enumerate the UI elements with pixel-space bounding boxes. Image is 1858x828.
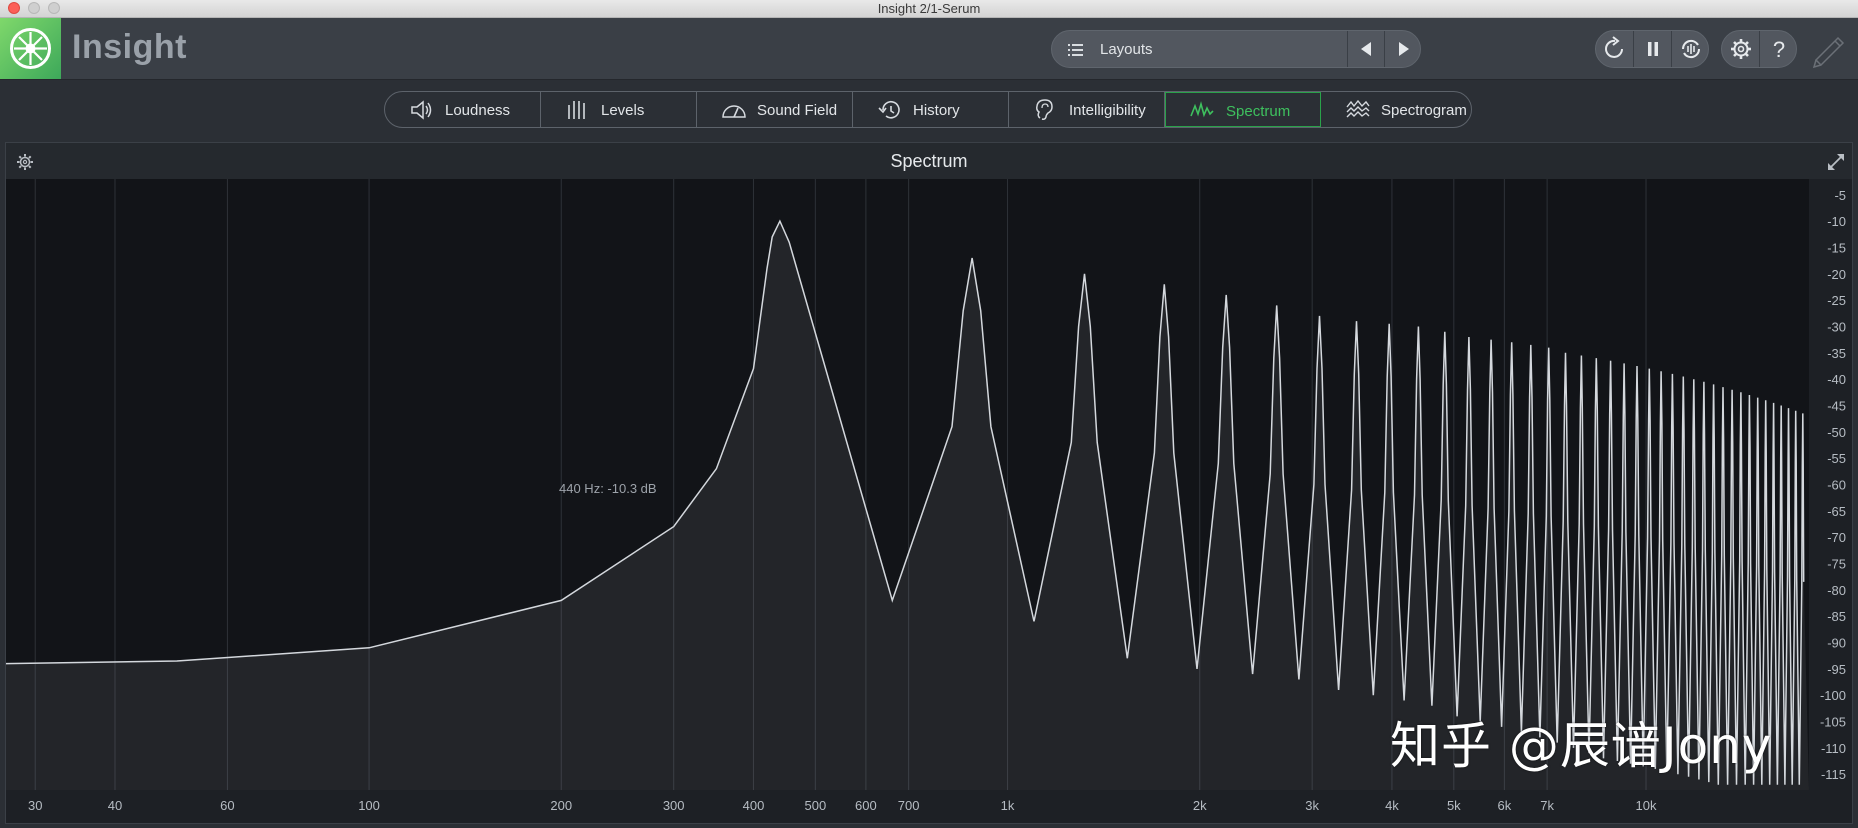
transport-controls xyxy=(1595,30,1709,68)
x-tick-label: 40 xyxy=(108,798,122,813)
y-tick-label: -65 xyxy=(1827,504,1846,519)
reset-button[interactable] xyxy=(1596,31,1634,67)
y-tick-label: -80 xyxy=(1827,583,1846,598)
y-tick-label: -40 xyxy=(1827,372,1846,387)
next-icon xyxy=(1399,42,1409,56)
help-icon: ? xyxy=(1772,37,1786,62)
y-tick-label: -55 xyxy=(1827,451,1846,466)
tab-label: Spectrum xyxy=(1226,103,1291,120)
y-tick-label: -115 xyxy=(1821,767,1846,782)
tab-label: Levels xyxy=(601,102,645,119)
y-tick-label: -30 xyxy=(1827,319,1846,334)
y-tick-label: -25 xyxy=(1827,293,1846,308)
frequency-readout: 440 Hz: -10.3 dB xyxy=(559,481,657,496)
tab-loudness[interactable]: Loudness xyxy=(385,92,541,127)
y-tick-label: -105 xyxy=(1820,715,1846,730)
sync-button[interactable] xyxy=(1672,31,1710,67)
y-tick-label: -15 xyxy=(1827,240,1846,255)
x-tick-label: 200 xyxy=(550,798,572,813)
settings-help-group: ? xyxy=(1721,30,1797,68)
x-tick-label: 100 xyxy=(358,798,380,813)
y-tick-label: -70 xyxy=(1827,530,1846,545)
x-tick-label: 30 xyxy=(28,798,42,813)
y-tick-label: -100 xyxy=(1820,688,1846,703)
history-icon xyxy=(878,100,900,119)
y-tick-label: -50 xyxy=(1827,425,1846,440)
window-titlebar: Insight 2/1-Serum xyxy=(0,0,1858,18)
tab-label: Loudness xyxy=(445,102,511,119)
tab-label: Spectrogram xyxy=(1381,102,1467,119)
x-tick-label: 600 xyxy=(855,798,877,813)
tab-levels[interactable]: Levels xyxy=(541,92,697,127)
y-tick-label: -75 xyxy=(1827,557,1846,572)
y-tick-label: -85 xyxy=(1827,609,1846,624)
pen-icon[interactable] xyxy=(1810,30,1850,70)
x-tick-label: 6k xyxy=(1498,798,1512,813)
tab-spectrogram[interactable]: Spectrogram xyxy=(1321,92,1471,127)
tab-sound-field[interactable]: Sound Field xyxy=(697,92,853,127)
module-tabs: Loudness Levels Sound Field History Intellig… xyxy=(384,91,1472,128)
tab-label: Sound Field xyxy=(757,102,838,119)
panel-header: Spectrum xyxy=(6,143,1852,179)
levels-icon xyxy=(568,101,585,119)
pause-icon xyxy=(1648,42,1658,56)
ear-icon xyxy=(1036,99,1053,120)
y-tick-label: -35 xyxy=(1827,346,1846,361)
x-tick-label: 2k xyxy=(1193,798,1207,813)
tab-intelligibility[interactable]: Intelligibility xyxy=(1009,92,1165,127)
x-tick-label: 500 xyxy=(804,798,826,813)
x-tick-label: 3k xyxy=(1305,798,1319,813)
app-name: Insight xyxy=(72,28,187,66)
x-tick-label: 1k xyxy=(1001,798,1015,813)
watermark: 知乎 @辰谙Jony xyxy=(1390,717,1773,775)
tab-spectrum[interactable]: Spectrum xyxy=(1165,92,1321,127)
app-logo xyxy=(0,18,61,79)
layouts-label: Layouts xyxy=(1100,41,1153,58)
spectrum-icon xyxy=(1190,101,1214,118)
spectrogram-icon xyxy=(1346,99,1370,118)
gear-icon xyxy=(1731,39,1751,59)
panel-title: Spectrum xyxy=(890,151,968,171)
x-tick-label: 5k xyxy=(1447,798,1461,813)
sync-icon xyxy=(1681,39,1701,59)
x-tick-label: 300 xyxy=(663,798,685,813)
x-tick-label: 7k xyxy=(1540,798,1554,813)
help-button[interactable]: ? xyxy=(1760,31,1798,67)
gauge-icon xyxy=(722,105,746,118)
insight-logo-icon xyxy=(10,28,51,69)
app-header: Insight Layouts ? xyxy=(0,18,1858,80)
y-tick-label: -20 xyxy=(1827,267,1846,282)
window-title: Insight 2/1-Serum xyxy=(877,1,981,16)
refresh-icon xyxy=(1605,36,1623,58)
expand-icon[interactable] xyxy=(1826,152,1846,172)
list-icon xyxy=(1068,44,1083,56)
layouts-selector[interactable]: Layouts xyxy=(1051,30,1421,68)
pause-button[interactable] xyxy=(1634,31,1672,67)
settings-button[interactable] xyxy=(1722,31,1760,67)
y-tick-label: -60 xyxy=(1827,478,1846,493)
prev-layout-button[interactable] xyxy=(1349,31,1385,67)
y-tick-label: -5 xyxy=(1834,188,1846,203)
tab-label: Intelligibility xyxy=(1069,102,1146,119)
x-tick-label: 60 xyxy=(220,798,234,813)
y-tick-label: -90 xyxy=(1827,636,1846,651)
tab-history[interactable]: History xyxy=(853,92,1009,127)
x-tick-label: 4k xyxy=(1385,798,1399,813)
x-tick-label: 700 xyxy=(898,798,920,813)
prev-icon xyxy=(1361,42,1371,56)
y-tick-label: -10 xyxy=(1827,214,1846,229)
y-tick-label: -95 xyxy=(1827,662,1846,677)
next-layout-button[interactable] xyxy=(1385,31,1421,67)
y-tick-label: -110 xyxy=(1821,741,1846,756)
tab-label: History xyxy=(913,102,960,119)
x-tick-label: 10k xyxy=(1636,798,1657,813)
speaker-icon xyxy=(411,100,432,120)
x-tick-label: 400 xyxy=(743,798,765,813)
y-tick-label: -45 xyxy=(1827,398,1846,413)
